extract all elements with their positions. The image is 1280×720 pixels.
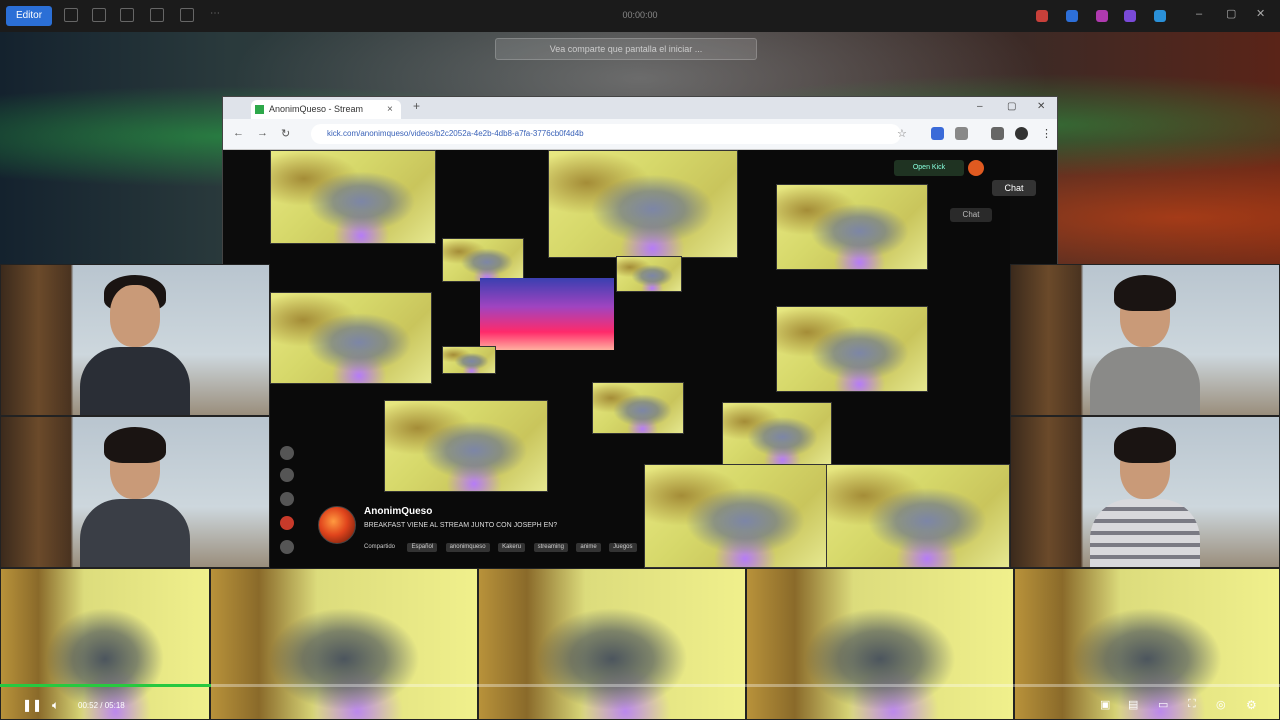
extensions-puzzle-icon[interactable] (991, 127, 1004, 140)
new-tab-icon[interactable]: + (413, 99, 420, 113)
video-thumbnail (384, 400, 548, 492)
more-icon[interactable]: ⋯ (210, 8, 220, 19)
video-thumbnail (776, 306, 928, 392)
profile-icon[interactable] (1015, 127, 1028, 140)
webcam-feed (0, 416, 270, 568)
clip-icon[interactable]: ▣ (1100, 698, 1110, 711)
settings-icon[interactable]: ⚙ (1246, 698, 1257, 712)
webcam-feed (1010, 264, 1280, 416)
video-thumbnail (592, 382, 684, 434)
minimize-icon[interactable]: – (977, 101, 983, 112)
maximize-icon[interactable]: ▢ (1007, 101, 1016, 112)
sidebar-icon[interactable] (280, 540, 294, 554)
time-separator: / (98, 701, 105, 710)
fullscreen-icon[interactable]: ◎ (1216, 698, 1226, 711)
tray-app-icon[interactable] (1124, 10, 1136, 22)
tag-chip[interactable]: streaming (533, 543, 568, 552)
close-icon[interactable]: ✕ (1037, 101, 1045, 112)
browser-tab[interactable]: AnonimQueso - Stream × (251, 100, 401, 119)
volume-icon[interactable]: 🔈︎ (52, 698, 59, 713)
back-icon[interactable]: ← (233, 127, 244, 139)
extension-icon[interactable] (931, 127, 944, 140)
tray-app-icon[interactable] (1096, 10, 1108, 22)
time-display: 00:52 / 05:18 (78, 701, 125, 710)
minimize-icon[interactable]: – (1196, 8, 1202, 20)
video-thumbnail (548, 150, 738, 258)
address-bar[interactable]: kick.com/anonimqueso/videos/b2c2052a-4e2… (311, 124, 901, 144)
pause-icon[interactable]: ❚❚ (22, 698, 42, 712)
chat-button[interactable]: Chat (992, 180, 1036, 196)
app-menu-button[interactable]: Editor (6, 6, 52, 26)
theater-icon[interactable]: ▭ (1158, 698, 1168, 711)
maximize-icon[interactable]: ▢ (1226, 7, 1236, 20)
open-kick-button[interactable]: Open Kick (894, 160, 964, 176)
browser-menu-icon[interactable]: ⋮ (1041, 127, 1052, 140)
os-top-bar: Editor ⋯ 00:00:00 – ▢ ✕ (0, 0, 1280, 32)
stream-tags: Compartido Español anonimqueso Kakeru st… (364, 535, 654, 552)
subtitles-icon[interactable]: ▤ (1128, 698, 1138, 711)
channel-avatar[interactable] (318, 506, 356, 544)
tag-chip[interactable]: Juegos (609, 543, 637, 552)
tag-chip[interactable]: Español (407, 543, 438, 552)
export-icon[interactable] (150, 8, 164, 22)
tray-app-icon[interactable] (1036, 10, 1048, 22)
window-icon[interactable] (180, 8, 194, 22)
duration: 05:18 (104, 701, 125, 710)
tab-title: AnonimQueso - Stream (269, 104, 364, 114)
person-figure (1090, 275, 1200, 415)
video-thumbnail (644, 464, 828, 568)
sidebar-icon[interactable] (280, 492, 294, 506)
user-avatar[interactable] (968, 160, 984, 176)
stream-area: Open Kick Chat Chat AnonimQueso BREAKFAS… (270, 150, 1036, 568)
player-controls: ❚❚ 🔈︎ 00:52 / 05:18 ▣ ▤ ▭ ⛶ ◎ ⚙ (0, 692, 1280, 720)
current-time: 00:52 (78, 701, 99, 710)
sidebar-icon[interactable] (280, 516, 294, 530)
webcam-feed (0, 264, 270, 416)
tray-app-icon[interactable] (1154, 10, 1166, 22)
sidebar-icon[interactable] (280, 446, 294, 460)
bookmark-star-icon[interactable]: ☆ (897, 127, 907, 140)
kick-favicon-icon (255, 105, 264, 114)
seek-bar-progress (0, 684, 212, 687)
screen-share-notification: Vea comparte que pantalla el iniciar ... (495, 38, 757, 60)
color-gradient-panel (480, 278, 614, 350)
tag-chip[interactable]: anime (576, 543, 601, 552)
window-title: 00:00:00 (622, 10, 658, 20)
browser-toolbar: ← → ↻ kick.com/anonimqueso/videos/b2c205… (223, 119, 1057, 150)
person-figure (80, 275, 190, 415)
tag-chip[interactable]: Kakeru (498, 543, 526, 552)
print-icon[interactable] (120, 8, 134, 22)
video-thumbnail (442, 346, 496, 374)
pip-icon[interactable]: ⛶ (1188, 698, 1196, 711)
stream-title: BREAKFAST VIENE AL STREAM JUNTO CON JOSE… (364, 522, 558, 529)
video-thumbnail (270, 292, 432, 384)
sidebar-icon[interactable] (280, 468, 294, 482)
video-thumbnail (776, 184, 928, 270)
webcam-feed (1010, 416, 1280, 568)
reload-icon[interactable]: ↻ (281, 127, 290, 140)
tray-app-icon[interactable] (1066, 10, 1078, 22)
extension-icon[interactable] (955, 127, 968, 140)
video-thumbnail (616, 256, 682, 292)
tab-strip: AnonimQueso - Stream × + – ▢ ✕ (223, 97, 1057, 119)
video-thumbnail (722, 402, 832, 466)
tag-chip[interactable]: anonimqueso (445, 543, 490, 552)
video-thumbnail (442, 238, 524, 282)
chat-button-secondary[interactable]: Chat (950, 208, 992, 222)
copy-icon[interactable] (92, 8, 106, 22)
person-figure (1090, 427, 1200, 567)
video-thumbnail (826, 464, 1010, 568)
tab-close-icon[interactable]: × (387, 100, 393, 119)
video-thumbnail (270, 150, 436, 244)
undo-icon[interactable] (64, 8, 78, 22)
person-figure (80, 427, 190, 567)
forward-icon[interactable]: → (257, 127, 268, 139)
close-icon[interactable]: ✕ (1256, 7, 1265, 20)
channel-name[interactable]: AnonimQueso (364, 506, 432, 517)
category-label: Compartido (364, 544, 396, 550)
